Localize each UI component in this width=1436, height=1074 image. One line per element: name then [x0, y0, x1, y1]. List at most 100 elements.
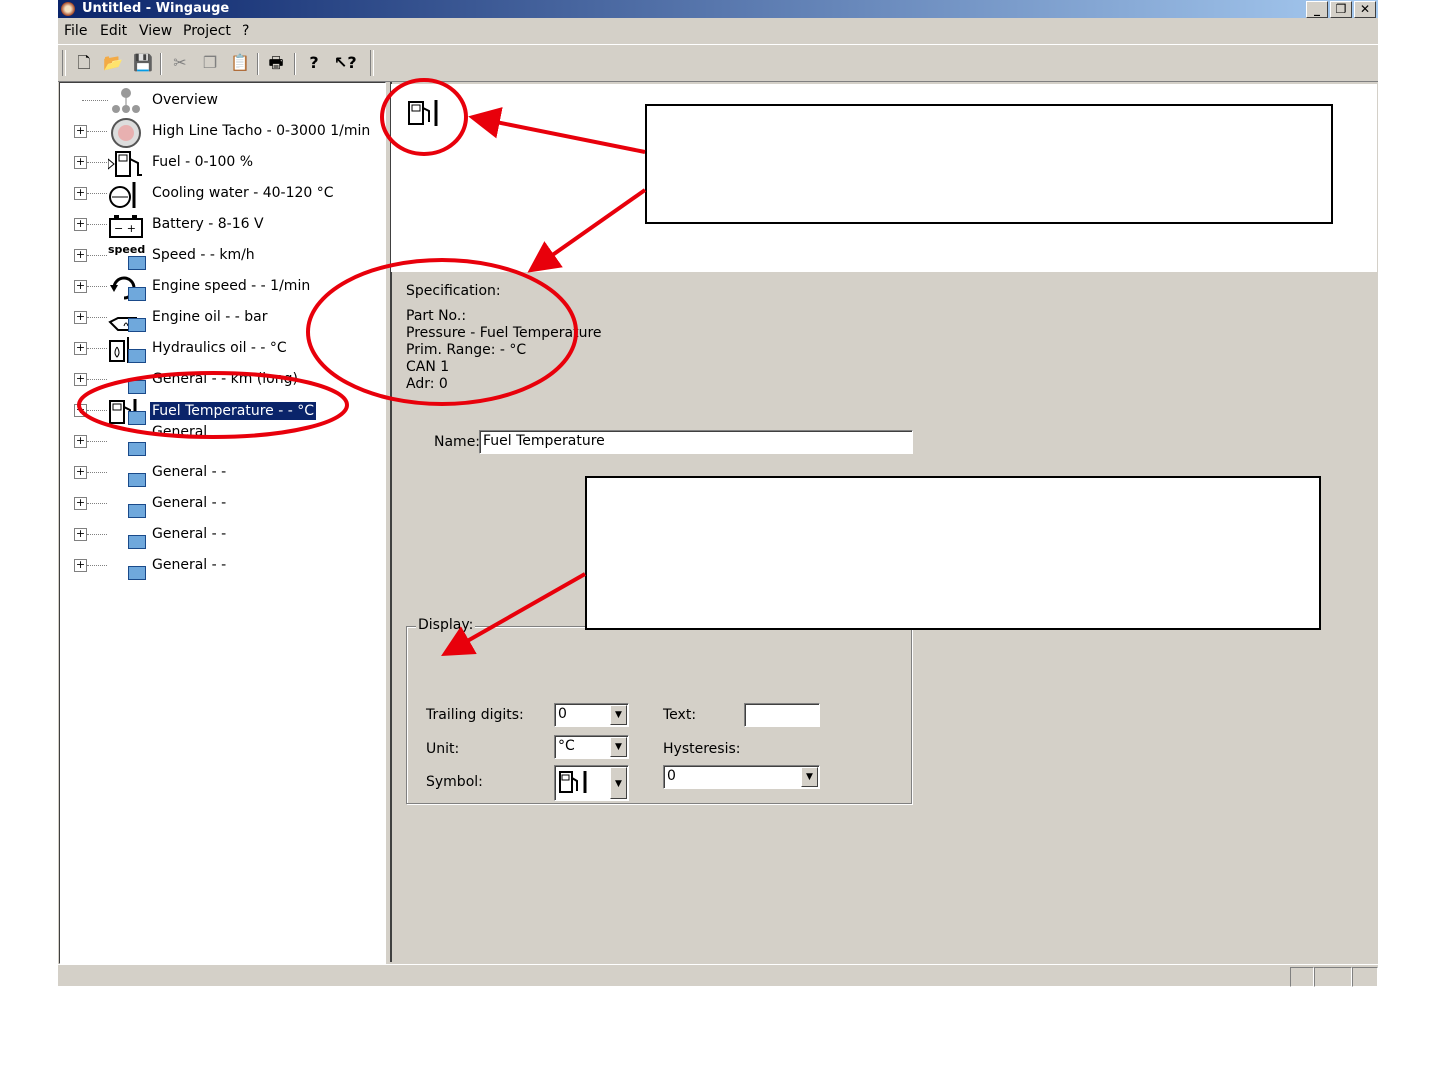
chevron-down-icon[interactable]: ▼	[610, 767, 627, 799]
fuel-temperature-icon	[558, 769, 592, 803]
tree-item-general[interactable]: + General	[60, 424, 385, 456]
expand-button[interactable]: +	[74, 435, 87, 448]
toolbar-grip[interactable]	[62, 50, 66, 76]
menu-view[interactable]: View	[139, 23, 172, 39]
menu-help[interactable]: ?	[242, 23, 249, 39]
window-title: Untitled - Wingauge	[82, 1, 230, 16]
expand-button[interactable]: +	[74, 497, 87, 510]
expand-button[interactable]: +	[74, 373, 87, 386]
expand-button[interactable]: +	[74, 311, 87, 324]
spec-part-no: Part No.:	[406, 308, 467, 324]
menu-bar: File Edit View Project ?	[58, 20, 1378, 42]
expand-button[interactable]: +	[74, 125, 87, 138]
spec-can: CAN 1	[406, 359, 450, 375]
tree-item-hydraulics-oil[interactable]: + Hydraulics oil - - °C	[60, 333, 385, 363]
hysteresis-select[interactable]: 0 ▼	[663, 765, 820, 789]
display-group-label: Display:	[416, 617, 476, 633]
spec-pressure: Pressure - Fuel Temperature	[406, 325, 602, 341]
help-icon[interactable]: ?	[304, 53, 324, 73]
general-icon	[108, 490, 148, 518]
minimize-button[interactable]: _	[1306, 1, 1328, 18]
speed-icon: speed	[108, 242, 148, 270]
status-pane	[1352, 967, 1378, 987]
fuel-pump-icon	[107, 149, 148, 177]
expand-button[interactable]: +	[74, 466, 87, 479]
expand-button[interactable]: +	[74, 249, 87, 262]
name-input[interactable]: Fuel Temperature	[479, 430, 913, 454]
tree-item-general[interactable]: + General - -	[60, 519, 385, 549]
tree-item-general[interactable]: + General - -	[60, 457, 385, 487]
tree-item-general-km[interactable]: + General - - km (long)	[60, 364, 385, 394]
unit-select[interactable]: °C ▼	[554, 735, 629, 759]
expand-button[interactable]: +	[74, 559, 87, 572]
chevron-down-icon[interactable]: ▼	[610, 737, 627, 757]
tree-item-speed[interactable]: + speed Speed - - km/h	[60, 240, 385, 270]
toolbar-separator	[160, 53, 162, 75]
tree-item-label: General - -	[152, 526, 227, 542]
menu-edit[interactable]: Edit	[100, 23, 127, 39]
battery-icon: − +	[108, 211, 148, 239]
status-bar	[58, 964, 1378, 987]
toolbar-separator	[294, 53, 296, 75]
tree-item-label: Hydraulics oil - - °C	[152, 340, 287, 356]
close-button[interactable]: ✕	[1354, 1, 1376, 18]
text-input[interactable]	[744, 703, 820, 727]
spec-prim-range: Prim. Range: - °C	[406, 342, 527, 358]
expand-button[interactable]: +	[74, 156, 87, 169]
tree-item-engine-speed[interactable]: + Engine speed - - 1/min	[60, 271, 385, 301]
overview-icon	[108, 87, 148, 115]
tree-item-general[interactable]: + General - -	[60, 488, 385, 518]
tree-item-label: General	[152, 424, 208, 440]
chevron-down-icon[interactable]: ▼	[610, 705, 627, 725]
tree-item-label: General - -	[152, 464, 227, 480]
context-help-icon[interactable]: ↖?	[334, 53, 357, 73]
trailing-digits-select[interactable]: 0 ▼	[554, 703, 629, 727]
tree-item-fuel-temperature[interactable]: + Fuel Temperature - - °C	[60, 395, 385, 425]
tacho-gauge-icon	[108, 118, 148, 148]
new-icon[interactable]: 🗋	[74, 53, 94, 73]
tree-item-fuel[interactable]: + Fuel - 0-100 %	[60, 147, 385, 177]
chevron-down-icon[interactable]: ▼	[801, 767, 818, 787]
svg-text:− +: − +	[114, 222, 136, 235]
expand-button[interactable]: +	[74, 280, 87, 293]
toolbar-separator	[257, 53, 259, 75]
menu-project[interactable]: Project	[183, 23, 231, 39]
callout-box	[645, 104, 1333, 224]
maximize-button[interactable]: ❐	[1330, 1, 1352, 18]
expand-button[interactable]: +	[74, 528, 87, 541]
tree-item-overview[interactable]: Overview	[60, 85, 385, 115]
tree-item-engine-oil[interactable]: + Engine oil - - bar	[60, 302, 385, 332]
tree-item-label: High Line Tacho - 0-3000 1/min	[152, 123, 371, 139]
paste-icon[interactable]: 📋	[230, 53, 250, 73]
expand-button[interactable]: +	[74, 404, 87, 417]
tree-item-general[interactable]: + General - -	[60, 550, 385, 580]
oil-can-icon	[108, 304, 148, 332]
toolbar: 🗋 📂 💾 ✂ ❐ 📋 🖶 ? ↖?	[58, 44, 1378, 82]
print-icon[interactable]: 🖶	[266, 53, 286, 73]
symbol-select[interactable]: ▼	[554, 765, 629, 801]
cut-icon[interactable]: ✂	[170, 53, 190, 73]
engine-speed-icon	[108, 273, 148, 301]
copy-icon[interactable]: ❐	[200, 53, 220, 73]
tree-item-tacho[interactable]: + High Line Tacho - 0-3000 1/min	[60, 116, 385, 148]
toolbar-grip	[370, 50, 374, 76]
fuel-temperature-icon	[108, 397, 148, 425]
open-icon[interactable]: 📂	[103, 53, 123, 73]
tree-item-label: General - -	[152, 495, 227, 511]
expand-button[interactable]: +	[74, 218, 87, 231]
hysteresis-value: 0	[667, 768, 676, 784]
tree-item-battery[interactable]: + − + Battery - 8-16 V	[60, 209, 385, 239]
tree-item-label: Battery - 8-16 V	[152, 216, 264, 232]
expand-button[interactable]: +	[74, 187, 87, 200]
expand-button[interactable]: +	[74, 342, 87, 355]
tree-item-cooling-water[interactable]: + Cooling water - 40-120 °C	[60, 178, 385, 208]
project-tree[interactable]: Overview + High Line Tacho - 0-3000 1/mi…	[59, 82, 386, 964]
menu-file[interactable]: File	[64, 23, 87, 39]
tree-item-label: General - - km (long)	[152, 371, 298, 387]
coolant-temperature-icon	[108, 180, 148, 208]
title-bar[interactable]: Untitled - Wingauge _ ❐ ✕	[58, 0, 1378, 18]
app-icon	[61, 2, 75, 16]
status-pane	[1290, 967, 1314, 987]
save-icon[interactable]: 💾	[133, 53, 153, 73]
spec-adr: Adr: 0	[406, 376, 448, 392]
